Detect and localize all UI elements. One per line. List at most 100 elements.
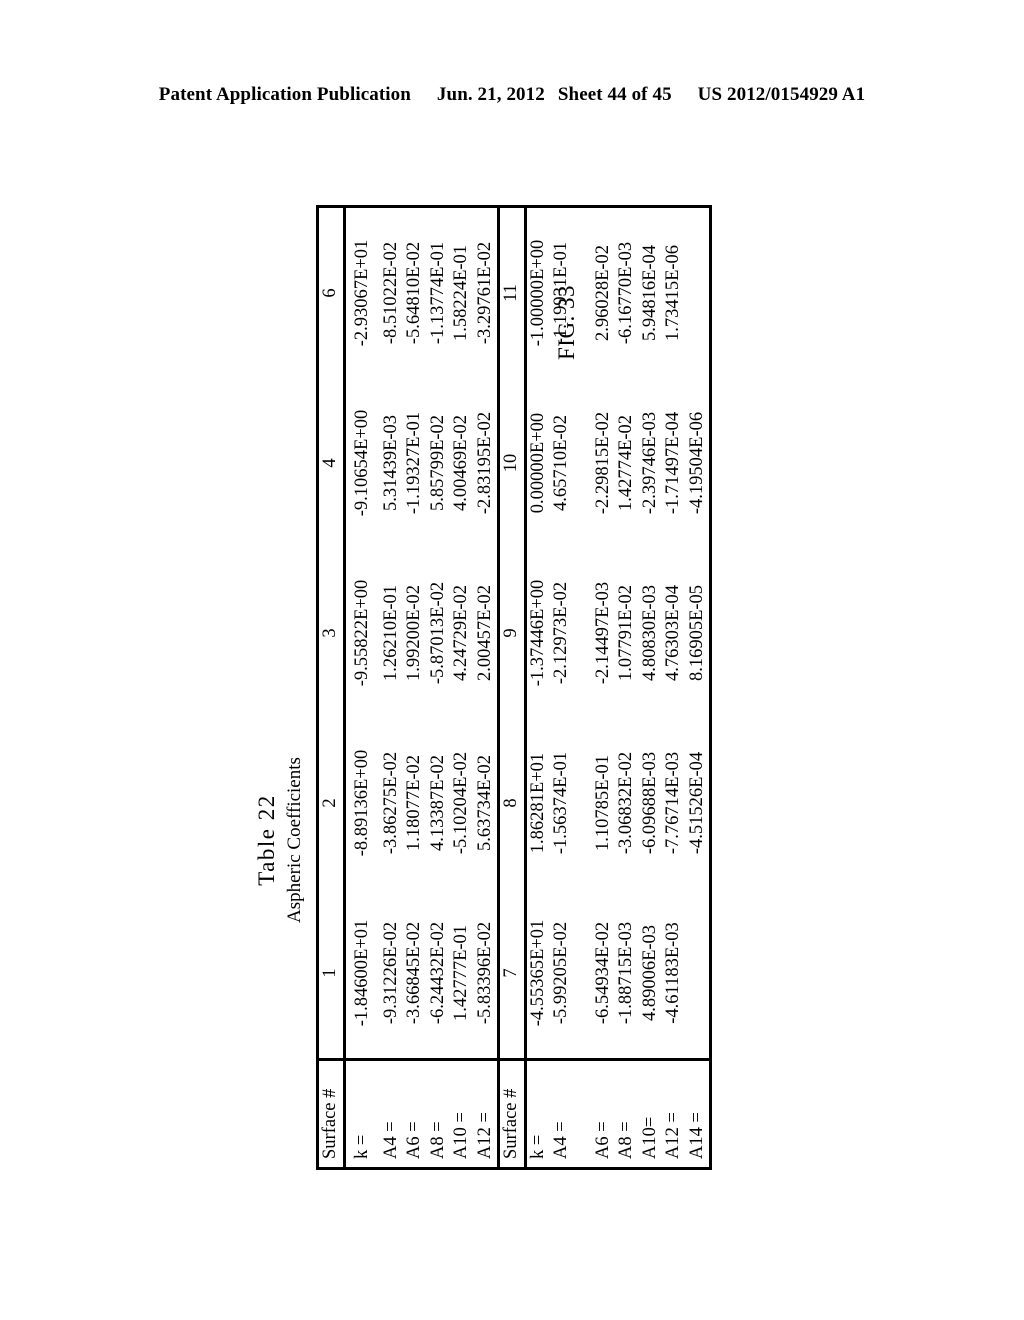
cell-A10-8: -6.09688E-03 — [639, 751, 660, 855]
row-header-label: Surface # — [498, 1059, 525, 1169]
cell-A14-11 — [685, 206, 711, 378]
spacer-cell — [574, 718, 592, 888]
table-subtitle: Aspheric Coefficients — [284, 757, 305, 923]
column-header-8: 8 — [498, 718, 525, 888]
cell-A4-1: -9.31226E-02 — [380, 921, 401, 1025]
cell-A10-7: 4.89006E-03 — [639, 924, 660, 1022]
table-row: k = -4.55365E+01 1.86281E+01 -1.37446E+00 0.… — [525, 206, 550, 1169]
cell-k-10: 0.00000E+00 — [527, 412, 548, 514]
column-header-6: 6 — [317, 206, 344, 378]
cell-k-3: -9.55822E+00 — [351, 579, 372, 687]
row-header-label: Surface # — [317, 1059, 344, 1169]
column-header-3: 3 — [317, 548, 344, 718]
cell-A6-8: 1.10785E-01 — [592, 754, 613, 852]
cell-k-8: 1.86281E+01 — [527, 752, 548, 854]
cell-A10-6: 1.58224E-01 — [450, 206, 474, 378]
table-row: A6 = -6.54934E-02 1.10785E-01 -2.14497E-03 -… — [591, 206, 615, 1169]
cell-A12-7: -4.61183E-03 — [663, 922, 683, 1024]
cell-A12-4: -2.83195E-02 — [474, 411, 495, 515]
figure-label: FIG. 33 — [554, 284, 579, 360]
cell-A6-7: -6.54934E-02 — [592, 921, 613, 1025]
row-label: A12 = — [473, 1059, 499, 1169]
table-row: A10 = 1.42777E-01 -5.10204E-02 4.24729E-02 4… — [450, 206, 474, 1169]
column-header-1: 1 — [317, 888, 344, 1060]
cell-A4-10: 4.65710E-02 — [551, 414, 571, 512]
cell-A10-9: 4.80830E-03 — [639, 584, 660, 682]
row-label: A6 = — [403, 1059, 427, 1169]
figure-region: Table 22 Aspheric Coefficients Surface #… — [254, 140, 854, 1180]
cell-A8-3: -5.87013E-02 — [427, 581, 448, 685]
spacer-cell — [574, 888, 592, 1060]
cell-k-6: -2.93067E+01 — [344, 206, 380, 378]
column-header-2: 2 — [317, 718, 344, 888]
table-title: Table 22 — [254, 794, 279, 886]
cell-A8-1: -6.24432E-02 — [427, 921, 448, 1025]
page-header: Patent Application Publication Jun. 21, 2… — [0, 84, 1024, 106]
cell-k-4: -9.10654E+00 — [351, 409, 372, 517]
row-label: A10= — [638, 1059, 662, 1169]
publication-title: Patent Application Publication — [158, 84, 411, 105]
cell-k-7: -4.55365E+01 — [527, 919, 548, 1027]
cell-A14-9: 8.16905E-05 — [685, 548, 711, 718]
table-row: A12 = -4.61183E-03 -7.76714E-03 4.76303E-04… — [662, 206, 686, 1169]
publication-date: Jun. 21, 2012 — [436, 84, 545, 105]
column-header-9: 9 — [498, 548, 525, 718]
cell-A6-9: -2.14497E-03 — [592, 581, 613, 685]
cell-A4-2: -3.86275E-02 — [380, 751, 401, 855]
table-row: A14 = -4.51526E-04 8.16905E-05 -4.19504E-06 — [685, 206, 711, 1169]
cell-k-1: -1.84600E+01 — [351, 919, 372, 1027]
cell-A12-3: 2.00457E-02 — [474, 584, 495, 682]
cell-A10-4: 4.00469E-02 — [451, 414, 471, 512]
cell-k-11: -1.00000E+00 — [525, 206, 550, 378]
cell-A12-2: 5.63734E-02 — [474, 754, 495, 852]
cell-A4-4: 5.31439E-03 — [380, 414, 401, 512]
cell-A6-1: -3.66845E-02 — [404, 921, 424, 1025]
table-row: A8 = -1.88715E-03 -3.06832E-02 1.07791E-02 1… — [615, 206, 639, 1169]
cell-A8-11: -6.16770E-03 — [615, 206, 639, 378]
table-row: A4 = -9.31226E-02 -3.86275E-02 1.26210E-01 5… — [379, 206, 403, 1169]
cell-k-2: -8.89136E+00 — [351, 749, 372, 857]
cell-A10-3: 4.24729E-02 — [451, 584, 471, 682]
cell-A14-10: -4.19504E-06 — [685, 378, 711, 548]
cell-A4-7: -5.99205E-02 — [551, 921, 571, 1025]
cell-A4-9: -2.12973E-02 — [551, 581, 571, 685]
cell-A8-2: 4.13387E-02 — [427, 754, 448, 852]
cell-A6-11: 2.96028E-02 — [591, 206, 615, 378]
cell-A8-6: -1.13774E-01 — [426, 206, 450, 378]
cell-A12-8: -7.76714E-03 — [663, 751, 683, 855]
cell-A12-1: -5.83396E-02 — [474, 921, 495, 1025]
row-label: k = — [344, 1059, 380, 1169]
column-header-10: 10 — [498, 378, 525, 548]
row-label: k = — [525, 1059, 550, 1169]
cell-A12-11: 1.73415E-06 — [662, 206, 686, 378]
row-label: A14 = — [685, 1059, 711, 1169]
cell-A10-2: -5.10204E-02 — [451, 751, 471, 855]
row-label: A8 = — [426, 1059, 450, 1169]
cell-A8-8: -3.06832E-02 — [616, 751, 636, 855]
cell-A4-6: -8.51022E-02 — [379, 206, 403, 378]
cell-A6-6: -5.64810E-02 — [403, 206, 427, 378]
cell-A8-10: 1.42774E-02 — [616, 414, 636, 512]
row-label: A4 = — [550, 1059, 574, 1169]
table-header-row: Surface #7 8 9 10 11 — [498, 206, 525, 1169]
cell-A6-10: -2.29815E-02 — [592, 411, 613, 515]
cell-A6-3: 1.99200E-02 — [404, 584, 424, 682]
cell-A12-6: -3.29761E-02 — [473, 206, 499, 378]
cell-A10-11: 5.94816E-04 — [638, 206, 662, 378]
table-row: k = -1.84600E+01 -8.89136E+00 -9.55822E+00 -… — [344, 206, 380, 1169]
cell-A10-10: -2.39746E-03 — [639, 411, 660, 515]
cell-A4-8: -1.56374E-01 — [551, 751, 571, 855]
cell-A6-4: -1.19327E-01 — [404, 411, 424, 515]
cell-A6-2: 1.18077E-02 — [404, 754, 424, 852]
spacer-cell — [574, 378, 592, 548]
cell-k-9: -1.37446E+00 — [527, 579, 548, 687]
sheet-number: Sheet 44 of 45 — [557, 84, 672, 105]
cell-A8-7: -1.88715E-03 — [616, 921, 636, 1025]
column-header-7: 7 — [498, 888, 525, 1060]
cell-A12-10: -1.71497E-04 — [663, 411, 683, 515]
row-label: A12 = — [662, 1059, 686, 1169]
column-header-4: 4 — [317, 378, 344, 548]
document-number: US 2012/0154929 A1 — [697, 84, 866, 105]
table-row: A8 = -6.24432E-02 4.13387E-02 -5.87013E-02 5… — [426, 206, 450, 1169]
cell-A8-9: 1.07791E-02 — [616, 584, 636, 682]
